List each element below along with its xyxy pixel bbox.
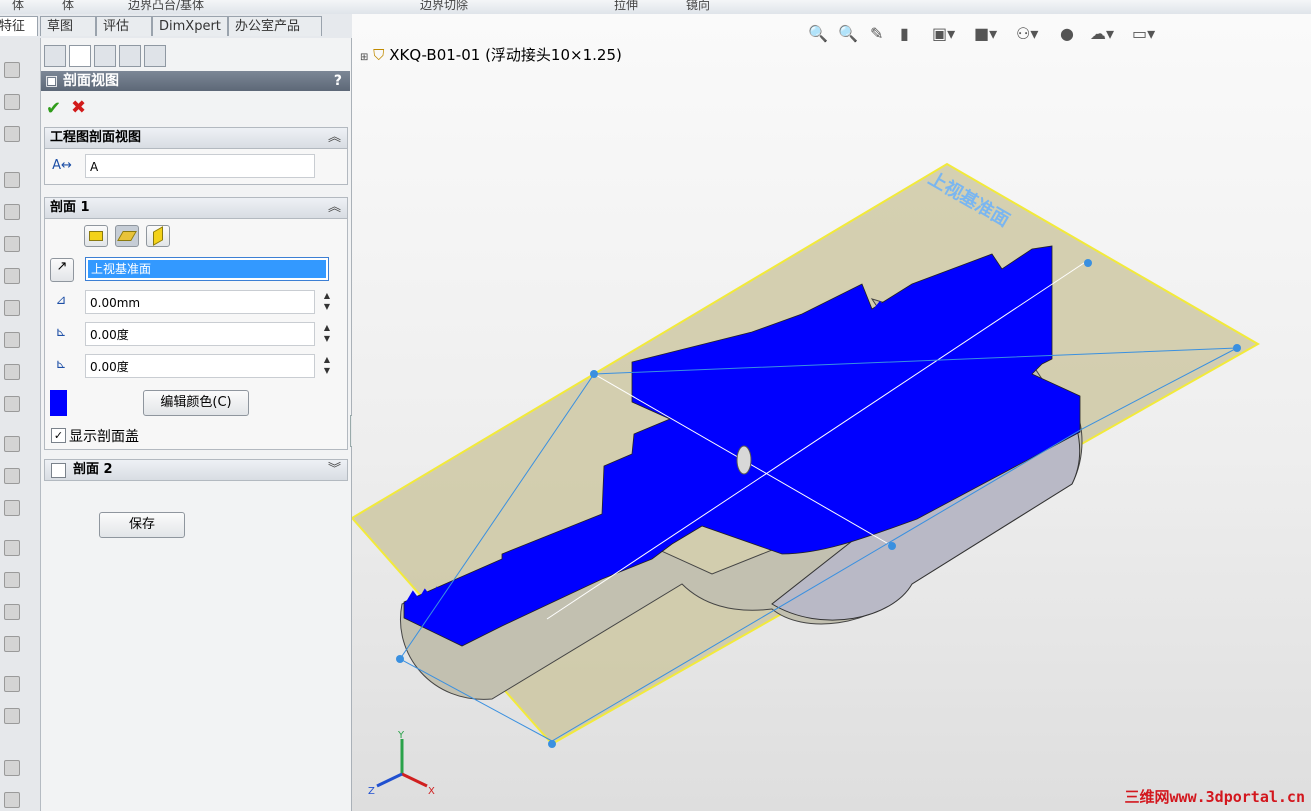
triad-z-axis <box>376 772 403 788</box>
top-item[interactable]: 边界切除 <box>420 0 468 13</box>
display-manager-tab[interactable] <box>144 45 166 67</box>
tool-icon[interactable] <box>4 268 20 284</box>
panel-title: 剖面视图 <box>63 73 119 89</box>
group-header[interactable]: 剖面 1 ︽ <box>45 198 347 219</box>
top-toolbar-strip: 体 体 边界凸台/基体 边界切除 拉伸 镜向 <box>0 0 1311 15</box>
tool-icon[interactable] <box>4 126 20 142</box>
top-item[interactable]: 拉伸 <box>614 0 638 13</box>
watermark-text: 三维网www.3dportal.cn <box>1124 788 1305 806</box>
graphics-area[interactable]: 🔍 🔍 ✎ ▮ ▣▾ ■▾ ⚇▾ ● ☁▾ ▭▾ ⊞ ⛉ XKQ-B01-01 … <box>352 14 1311 811</box>
group-header[interactable]: 剖面 2 ︾ <box>45 460 347 480</box>
plane-handle[interactable] <box>888 542 896 550</box>
triad-z-label: Z <box>368 786 375 797</box>
tool-icon[interactable] <box>4 500 20 516</box>
collapse-icon[interactable]: ︽ <box>328 128 341 148</box>
y-rotation-icon: ⊾ <box>55 357 67 372</box>
reference-plane-field[interactable]: 上视基准面 <box>85 257 329 281</box>
tool-icon[interactable] <box>4 572 20 588</box>
show-cap-checkbox[interactable]: ✓ <box>51 428 66 443</box>
group-title: 工程图剖面视图 <box>50 130 142 145</box>
collapse-icon[interactable]: ︽ <box>328 198 341 218</box>
tool-icon[interactable] <box>4 636 20 652</box>
tool-icon[interactable] <box>4 604 20 620</box>
tool-icon[interactable] <box>4 172 20 188</box>
tool-icon[interactable] <box>4 676 20 692</box>
drawing-section-view-group: 工程图剖面视图 ︽ A↔ A <box>44 127 348 185</box>
plane-handle[interactable] <box>590 370 598 378</box>
show-cap-label: 显示剖面盖 <box>69 429 139 445</box>
offset-spinner[interactable]: ▲ ▼ <box>321 290 333 312</box>
tab-dimxpert[interactable]: DimXpert <box>152 16 228 36</box>
triad-x-axis <box>401 772 428 788</box>
plane-handle[interactable] <box>548 740 556 748</box>
dimxpert-tab[interactable] <box>119 45 141 67</box>
configuration-tab[interactable] <box>94 45 116 67</box>
section-view-icon: ▣ <box>45 73 59 89</box>
section2-group: 剖面 2 ︾ <box>44 459 348 481</box>
top-item[interactable]: 镜向 <box>686 0 710 13</box>
top-item[interactable]: 边界凸台/基体 <box>128 0 204 13</box>
tool-icon[interactable] <box>4 792 20 808</box>
x-rotation-icon: ⊾ <box>55 325 67 340</box>
cancel-button[interactable]: ✖ <box>71 97 86 118</box>
manager-tabs <box>41 41 351 69</box>
ok-button[interactable]: ✔ <box>46 98 61 119</box>
group-header[interactable]: 工程图剖面视图 ︽ <box>45 128 347 149</box>
tool-icon[interactable] <box>4 396 20 412</box>
tab-evaluate[interactable]: 评估 <box>96 16 152 36</box>
triad-y-label: Y <box>397 730 405 741</box>
plane-right-button[interactable] <box>146 225 170 247</box>
plane-handle[interactable] <box>396 655 404 663</box>
tool-icon[interactable] <box>4 332 20 348</box>
tool-icon[interactable] <box>4 94 20 110</box>
tool-icon[interactable] <box>4 300 20 316</box>
reference-select-icon[interactable]: ↗ <box>50 258 74 282</box>
tab-features[interactable]: 特征 <box>0 16 38 36</box>
tool-icon[interactable] <box>4 540 20 556</box>
tool-icon[interactable] <box>4 708 20 724</box>
model-view[interactable]: 上视基准面 Y Z X <box>352 14 1311 811</box>
top-item[interactable]: 体 <box>62 0 74 13</box>
plane-handle[interactable] <box>1084 259 1092 267</box>
y-rotation-spinner[interactable]: ▲ ▼ <box>321 354 333 376</box>
group-title: 剖面 2 <box>73 462 113 477</box>
left-toolbar <box>0 38 41 811</box>
tool-icon[interactable] <box>4 62 20 78</box>
plane-handle[interactable] <box>1233 344 1241 352</box>
tool-icon[interactable] <box>4 364 20 380</box>
plane-top-button[interactable] <box>115 225 139 247</box>
save-button[interactable]: 保存 <box>99 512 185 538</box>
tool-icon[interactable] <box>4 468 20 484</box>
group-title: 剖面 1 <box>50 200 90 215</box>
top-item[interactable]: 体 <box>12 0 24 13</box>
label-icon: A↔ <box>52 158 72 173</box>
reference-plane-value: 上视基准面 <box>88 260 326 278</box>
section-cap-color-swatch[interactable] <box>50 390 67 416</box>
drag-handle[interactable] <box>736 445 752 475</box>
section1-group: 剖面 1 ︽ ↗ 上视基准面 ⊿ 0.00mm ▲ ▼ ⊾ 0.00度 ▲ ▼ ⊾ … <box>44 197 348 450</box>
edit-color-button[interactable]: 编辑颜色(C) <box>143 390 249 416</box>
expand-icon[interactable]: ︾ <box>328 460 341 480</box>
panel-title-bar: ▣ 剖面视图 ? <box>41 71 350 91</box>
property-manager: ▣ 剖面视图 ? ✔ ✖ 工程图剖面视图 ︽ A↔ A 剖面 1 ︽ ↗ 上视基… <box>41 38 352 811</box>
tab-sketch[interactable]: 草图 <box>40 16 96 36</box>
plane-front-button[interactable] <box>84 225 108 247</box>
tool-icon[interactable] <box>4 760 20 776</box>
offset-distance-icon: ⊿ <box>55 293 67 308</box>
property-manager-tab[interactable] <box>69 45 91 67</box>
section2-checkbox[interactable] <box>51 463 66 478</box>
help-button[interactable]: ? <box>334 71 342 91</box>
x-rotation-input[interactable]: 0.00度 <box>85 322 315 346</box>
tool-icon[interactable] <box>4 436 20 452</box>
tab-office-products[interactable]: 办公室产品 <box>228 16 322 36</box>
feature-tree-tab[interactable] <box>44 45 66 67</box>
x-rotation-spinner[interactable]: ▲ ▼ <box>321 322 333 344</box>
triad-x-label: X <box>428 786 435 797</box>
command-tabs: 特征 草图 评估 DimXpert 办公室产品 <box>0 14 352 39</box>
offset-distance-input[interactable]: 0.00mm <box>85 290 315 314</box>
view-label-input[interactable]: A <box>85 154 315 178</box>
y-rotation-input[interactable]: 0.00度 <box>85 354 315 378</box>
tool-icon[interactable] <box>4 236 20 252</box>
tool-icon[interactable] <box>4 204 20 220</box>
